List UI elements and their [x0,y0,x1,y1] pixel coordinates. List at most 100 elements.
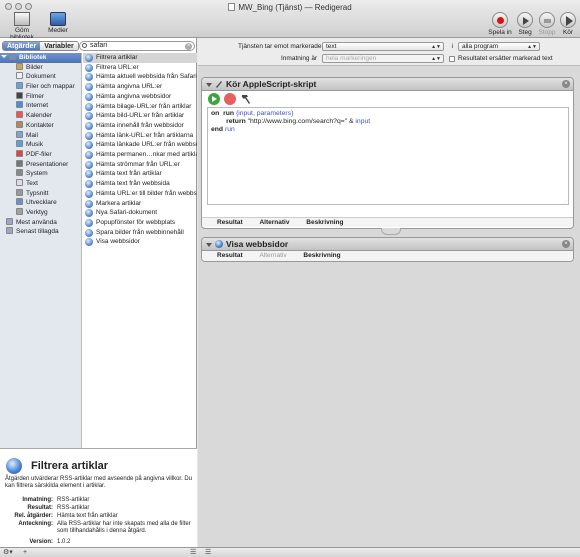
action-card-header[interactable]: Visa webbsidor × [202,238,573,251]
category-item[interactable]: Internet [0,101,81,111]
action-list-item[interactable]: Hämta angivna URL:er [83,82,197,92]
action-list-item[interactable]: Nya Safari-dokument [83,208,197,218]
action-list-item[interactable]: Visa webbsidor [83,237,197,247]
service-input-type-popup[interactable]: text ▲▼ [322,42,444,51]
action-label: Hämta länk-URL:er från artiklarna [96,131,194,139]
input-is-popup[interactable]: hela markeringen ▲▼ [322,54,444,63]
tab-options[interactable]: Alternativ [259,219,289,226]
action-list-item[interactable]: Markera artiklar [83,199,197,209]
step-button[interactable]: Steg [515,12,535,36]
tab-description[interactable]: Beskrivning [306,219,343,226]
stop-button[interactable]: Stopp [537,12,557,36]
tab-results[interactable]: Resultat [217,252,243,259]
action-list: Filtrera artiklar Filtrera URL:er Hämta ak… [83,53,197,448]
category-item[interactable]: Mail [0,130,81,141]
action-list-item[interactable]: Hämta URL:er till bilder från webbsida [83,189,197,199]
safari-icon [85,83,93,92]
service-application-popup[interactable]: alla program ▲▼ [458,42,540,51]
tab-options[interactable]: Alternativ [259,252,286,259]
disclosure-triangle-icon[interactable] [1,55,7,58]
library-segmented-control: Åtgärder Variabler [2,41,79,51]
tab-description[interactable]: Beskrivning [303,252,340,259]
action-list-item[interactable]: Hämta strömmar från URL:er [83,160,197,170]
hide-library-button[interactable]: Göm bibliotek [4,12,40,41]
resize-grip-icon[interactable]: ⋰ [562,200,567,206]
disclosure-triangle-icon[interactable] [206,243,212,247]
category-item[interactable]: Bilder [0,62,81,73]
media-button[interactable]: Medier [46,12,70,34]
action-list-item[interactable]: Hämta bild-URL:er från artiklar [83,111,197,121]
input-is-label: Inmatning är [281,55,318,62]
category-item[interactable]: Dokument [0,72,81,82]
replaces-selected-text-checkbox[interactable] [449,56,455,62]
action-list-item[interactable]: Hämta länkade URL:er från webbsidor [83,140,197,150]
settings-gear-icon[interactable]: ⚙▾ [3,549,13,556]
disclosure-triangle-icon[interactable] [206,83,212,87]
safari-icon [85,199,93,208]
service-receives-label: Tjänsten tar emot markerade [238,43,322,50]
safari-icon [85,112,93,121]
category-item[interactable]: Presentationer [0,159,81,170]
code-line: return "http://www.bing.com/search?q=" &… [211,118,565,126]
action-list-item[interactable]: Hämta text från artiklar [83,169,197,179]
category-item[interactable]: Senast tillagda [0,227,81,237]
action-list-item[interactable]: Hämta innehåll från webbsidor [83,121,197,131]
run-button[interactable]: Kör [559,12,577,36]
safari-icon [215,240,223,248]
run-label: Kör [562,29,574,36]
log-view-icon[interactable]: ☰ [205,549,211,556]
category-item[interactable]: Kontakter [0,120,81,131]
globe-icon [16,101,23,109]
category-item[interactable]: Musik [0,140,81,150]
fonts-icon [16,188,23,196]
action-list-item[interactable]: Hämta text från webbsida [83,179,197,189]
applescript-editor[interactable]: on run {input, parameters} return "http:… [207,107,569,205]
input-is-value: hela markeringen [326,55,377,62]
search-input[interactable]: safari [90,42,107,49]
category-item[interactable]: System [0,169,81,179]
record-button[interactable]: Spela in [487,12,513,36]
library-search-field[interactable]: safari × [79,41,195,51]
category-item[interactable]: Mest använda [0,217,81,228]
actions-segment[interactable]: Åtgärder [3,42,41,50]
category-item[interactable]: Bibliotek [0,53,81,63]
category-item[interactable]: Filer och mappar [0,82,81,92]
remove-action-icon[interactable]: × [562,80,570,88]
music-icon [16,140,23,148]
category-label: Text [26,179,38,187]
list-view-icon[interactable]: ☰ [190,549,196,556]
action-card-header[interactable]: Kör AppleScript-skript × [202,78,573,91]
category-label: System [26,170,48,178]
developer-icon [16,198,23,206]
compile-hammer-icon[interactable] [240,93,252,105]
action-list-item[interactable]: Hämta aktuell webbsida från Safari [83,72,197,82]
category-item[interactable]: Filmer [0,91,81,102]
variables-segment[interactable]: Variabler [40,42,78,50]
category-item[interactable]: Typsnitt [0,188,81,199]
category-item[interactable]: Kalender [0,111,81,121]
stop-script-icon[interactable] [224,93,236,105]
action-list-item[interactable]: Filtrera artiklar [83,53,197,63]
category-item[interactable]: Utvecklare [0,198,81,208]
action-label: Hämta bild-URL:er från artiklar [96,112,185,120]
category-item[interactable]: PDF-filer [0,149,81,160]
description-value: 1.0.2 [57,539,71,545]
action-list-item[interactable]: Filtrera URL:er [83,63,197,73]
tab-results[interactable]: Resultat [217,219,243,226]
remove-action-icon[interactable]: × [562,240,570,248]
safari-icon [85,54,93,62]
category-item[interactable]: Verktyg [0,208,81,218]
action-list-item[interactable]: Hämta bilage-URL:er från artiklar [83,102,197,112]
action-list-item[interactable]: Spara bilder från webbinnehåll [83,228,197,238]
add-icon[interactable]: + [23,549,27,556]
run-script-icon[interactable] [208,93,220,105]
category-item[interactable]: Text [0,178,81,189]
action-list-item[interactable]: Hämta angivna webbsidor [83,92,197,102]
clear-search-icon[interactable]: × [185,43,192,50]
code-line: end run [211,126,565,134]
action-list-item[interactable]: Hämta länk-URL:er från artiklarna [83,131,197,141]
action-list-item[interactable]: Popupfönster för webbplats [83,218,197,228]
stop-icon [539,12,555,28]
action-list-item[interactable]: Hämta permanen…nkar med artiklar [83,150,197,160]
